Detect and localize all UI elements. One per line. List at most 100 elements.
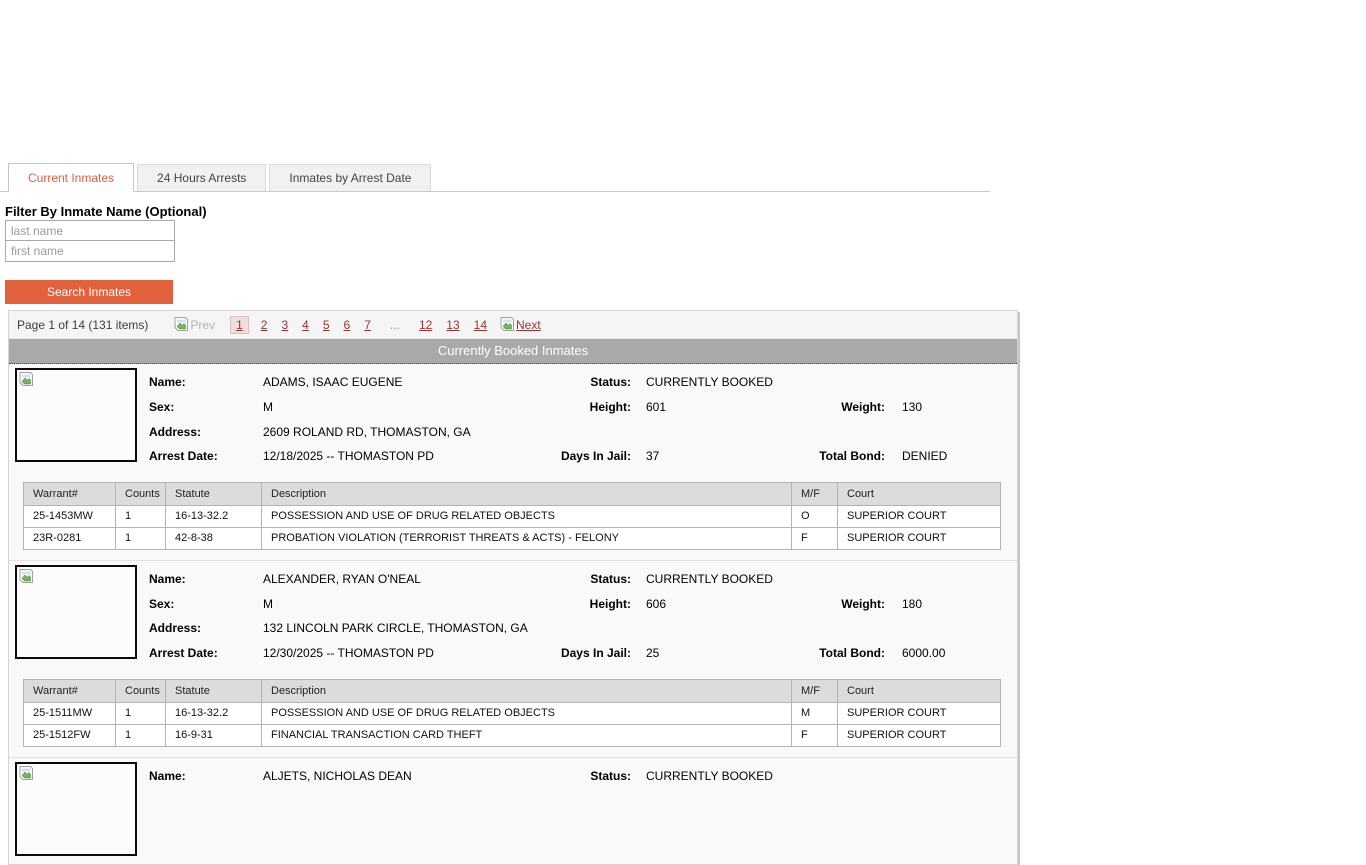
warrant-description: PROBATION VIOLATION (TERRORIST THREATS &… <box>262 527 792 549</box>
pager-page-7[interactable]: 7 <box>364 318 371 332</box>
address-value: 2609 ROLAND RD, THOMASTON, GA <box>263 425 1017 439</box>
first-name-input[interactable] <box>5 241 175 262</box>
inmate-photo <box>15 368 137 462</box>
address-value: 132 LINCOLN PARK CIRCLE, THOMASTON, GA <box>263 621 1017 635</box>
warrant-number: 25-1512FW <box>24 724 116 746</box>
pager-ellipsis: ... <box>390 318 400 332</box>
pager-prev-label: Prev <box>190 318 215 332</box>
name-value: ALEXANDER, RYAN O'NEAL <box>263 572 549 586</box>
broken-image-icon <box>19 372 34 387</box>
status-label: Status: <box>549 375 646 389</box>
inmate-summary: Name: ALJETS, NICHOLAS DEAN Status: CURR… <box>9 758 1017 856</box>
mf-col-header: M/F <box>792 679 838 702</box>
tab-24-hours-arrests[interactable]: 24 Hours Arrests <box>137 164 266 191</box>
last-name-input[interactable] <box>5 220 175 241</box>
counts-col-header: Counts <box>116 679 166 702</box>
warrant-row: 25-1453MW 1 16-13-32.2 POSSESSION AND US… <box>24 505 1001 527</box>
pager-page-2[interactable]: 2 <box>261 318 268 332</box>
pager-page-6[interactable]: 6 <box>344 318 351 332</box>
filter-heading: Filter By Inmate Name (Optional) <box>5 204 207 219</box>
broken-image-icon <box>174 317 189 332</box>
list-header: Currently Booked Inmates <box>9 339 1017 364</box>
warrant-mf: M <box>792 702 838 724</box>
pager-page-13[interactable]: 13 <box>446 318 459 332</box>
name-label: Name: <box>149 375 263 389</box>
search-inmates-button[interactable]: Search Inmates <box>5 280 173 304</box>
warrant-row: 25-1511MW 1 16-13-32.2 POSSESSION AND US… <box>24 702 1001 724</box>
total-bond-value: 6000.00 <box>902 646 1017 660</box>
warrants-header-row: Warrant# Counts Statute Description M/F … <box>24 679 1001 702</box>
warrant-court: SUPERIOR COURT <box>838 702 1001 724</box>
warrant-number: 23R-0281 <box>24 527 116 549</box>
sex-value: M <box>263 400 549 414</box>
pager-prev-button[interactable]: Prev <box>174 317 215 332</box>
height-label: Height: <box>549 400 646 414</box>
weight-value: 130 <box>902 400 1017 414</box>
address-label: Address: <box>149 425 263 439</box>
warrant-row: 25-1512FW 1 16-9-31 FINANCIAL TRANSACTIO… <box>24 724 1001 746</box>
pager-next-button[interactable]: Next <box>500 317 541 332</box>
total-bond-label: Total Bond: <box>806 449 902 463</box>
pager-page-14[interactable]: 14 <box>474 318 487 332</box>
warrant-mf: F <box>792 527 838 549</box>
tab-current-inmates[interactable]: Current Inmates <box>8 163 134 192</box>
inmate-summary: Name: ALEXANDER, RYAN O'NEAL Status: CUR… <box>9 561 1017 666</box>
broken-image-icon <box>500 317 515 332</box>
pager-page-1[interactable]: 1 <box>230 316 249 334</box>
arrest-date-value: 12/18/2025 -- THOMASTON PD <box>263 449 549 463</box>
statute-col-header: Statute <box>166 482 262 505</box>
address-label: Address: <box>149 621 263 635</box>
warrant-mf: F <box>792 724 838 746</box>
warrant-description: POSSESSION AND USE OF DRUG RELATED OBJEC… <box>262 702 792 724</box>
status-value: CURRENTLY BOOKED <box>646 769 1017 783</box>
inmate-photo <box>15 762 137 856</box>
warrant-statute: 16-9-31 <box>166 724 262 746</box>
status-label: Status: <box>549 572 646 586</box>
pager-page-3[interactable]: 3 <box>281 318 288 332</box>
inmate-summary: Name: ADAMS, ISAAC EUGENE Status: CURREN… <box>9 364 1017 469</box>
broken-image-icon <box>19 569 34 584</box>
description-col-header: Description <box>262 482 792 505</box>
name-label: Name: <box>149 572 263 586</box>
tab-inmates-by-arrest-date[interactable]: Inmates by Arrest Date <box>269 164 431 191</box>
height-label: Height: <box>549 597 646 611</box>
total-bond-value: DENIED <box>902 449 1017 463</box>
description-col-header: Description <box>262 679 792 702</box>
warrant-counts: 1 <box>116 527 166 549</box>
total-bond-label: Total Bond: <box>806 646 902 660</box>
pager-page-12[interactable]: 12 <box>419 318 432 332</box>
warrant-court: SUPERIOR COURT <box>838 724 1001 746</box>
sex-label: Sex: <box>149 597 263 611</box>
warrant-counts: 1 <box>116 724 166 746</box>
warrants-table: Warrant# Counts Statute Description M/F … <box>23 482 1001 550</box>
warrant-court: SUPERIOR COURT <box>838 527 1001 549</box>
height-value: 606 <box>646 597 806 611</box>
inmates-panel: Page 1 of 14 (131 items) Prev 1 2 3 4 5 … <box>8 310 1018 865</box>
pager-page-5[interactable]: 5 <box>323 318 330 332</box>
warrant-statute: 42-8-38 <box>166 527 262 549</box>
warrant-mf: O <box>792 505 838 527</box>
status-value: CURRENTLY BOOKED <box>646 375 1017 389</box>
pager-next-label: Next <box>516 318 541 332</box>
pager-summary: Page 1 of 14 (131 items) <box>17 318 148 332</box>
arrest-date-label: Arrest Date: <box>149 646 263 660</box>
inmate-record: Name: ADAMS, ISAAC EUGENE Status: CURREN… <box>9 364 1017 560</box>
pager-page-4[interactable]: 4 <box>302 318 309 332</box>
counts-col-header: Counts <box>116 482 166 505</box>
pager-links: Prev 1 2 3 4 5 6 7 ... 12 13 14 Next <box>174 316 540 334</box>
warrant-col-header: Warrant# <box>24 482 116 505</box>
warrant-statute: 16-13-32.2 <box>166 702 262 724</box>
status-value: CURRENTLY BOOKED <box>646 572 1017 586</box>
warrant-counts: 1 <box>116 505 166 527</box>
tab-strip: Current Inmates 24 Hours Arrests Inmates… <box>0 163 990 192</box>
mf-col-header: M/F <box>792 482 838 505</box>
height-value: 601 <box>646 400 806 414</box>
status-label: Status: <box>549 769 646 783</box>
sex-label: Sex: <box>149 400 263 414</box>
warrant-col-header: Warrant# <box>24 679 116 702</box>
weight-label: Weight: <box>806 400 902 414</box>
name-value: ALJETS, NICHOLAS DEAN <box>263 769 549 783</box>
warrants-header-row: Warrant# Counts Statute Description M/F … <box>24 482 1001 505</box>
arrest-date-value: 12/30/2025 -- THOMASTON PD <box>263 646 549 660</box>
sex-value: M <box>263 597 549 611</box>
